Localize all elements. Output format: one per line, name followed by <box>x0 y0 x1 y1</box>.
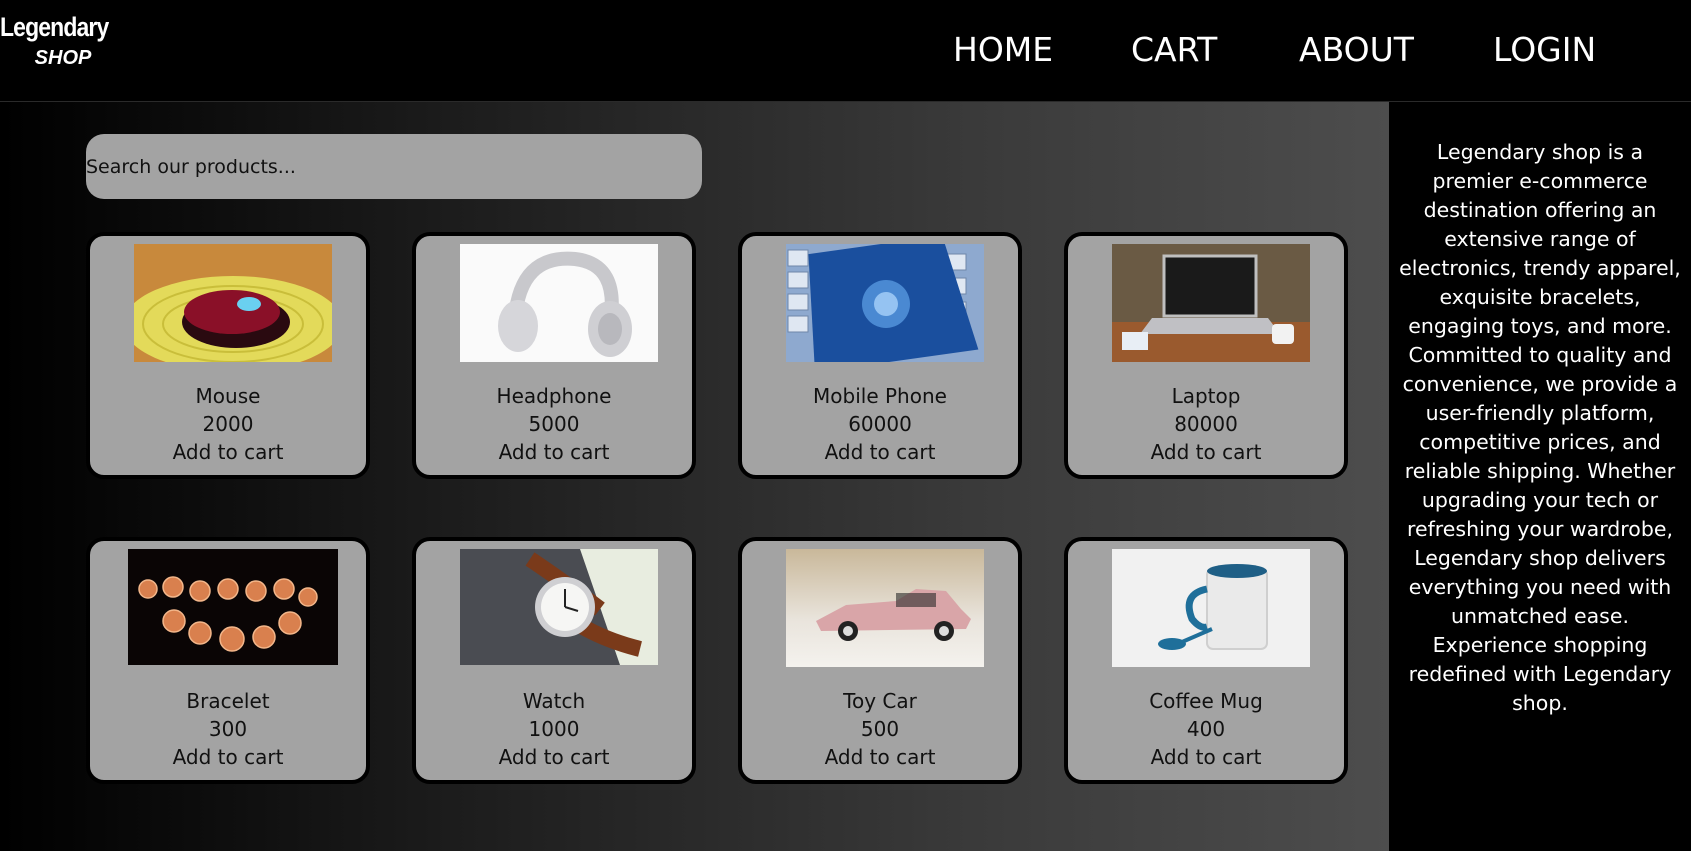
laptop-photo <box>1112 244 1310 362</box>
add-to-cart-button[interactable]: Add to cart <box>416 745 692 769</box>
product-price: 2000 <box>202 412 254 436</box>
product-card-laptop: Laptop 80000 Add to cart <box>1064 232 1348 479</box>
toy-car-photo <box>786 549 984 667</box>
coffee-mug-photo <box>1112 549 1310 667</box>
headphones-photo <box>460 244 658 362</box>
nav-about-link[interactable]: ABOUT <box>1299 30 1414 69</box>
product-card-bracelet: Bracelet 300 Add to cart <box>86 537 370 784</box>
product-price: 5000 <box>528 412 580 436</box>
product-card-coffee-mug: Coffee Mug 400 Add to cart <box>1064 537 1348 784</box>
product-name: Bracelet <box>186 689 270 713</box>
product-name: Watch <box>522 689 586 713</box>
page: Legendary SHOP HOME CART ABOUT LOGIN Sea… <box>0 0 1691 851</box>
product-price: 60000 <box>848 412 912 436</box>
nav-home-link[interactable]: HOME <box>953 30 1053 69</box>
about-text: Legendary shop is a premier e-commerce d… <box>1399 140 1681 715</box>
product-card-mobile-phone: Mobile Phone 60000 Add to cart <box>738 232 1022 479</box>
add-to-cart-button[interactable]: Add to cart <box>90 440 366 464</box>
smartphone-photo <box>786 244 984 362</box>
product-card-toy-car: Toy Car 500 Add to cart <box>738 537 1022 784</box>
header: Legendary SHOP HOME CART ABOUT LOGIN <box>0 0 1691 102</box>
product-price: 1000 <box>528 717 580 741</box>
product-price: 500 <box>860 717 900 741</box>
about-sidebar: Legendary shop is a premier e-commerce d… <box>1389 102 1691 851</box>
product-name: Laptop <box>1171 384 1241 408</box>
add-to-cart-button[interactable]: Add to cart <box>1068 745 1344 769</box>
product-name: Mobile Phone <box>813 384 947 408</box>
product-name: Headphone <box>496 384 612 408</box>
product-price: 80000 <box>1174 412 1238 436</box>
product-card-mouse: Mouse 2000 Add to cart <box>86 232 370 479</box>
computer-mouse-photo <box>134 244 332 362</box>
product-price: 300 <box>208 717 248 741</box>
add-to-cart-button[interactable]: Add to cart <box>90 745 366 769</box>
add-to-cart-button[interactable]: Add to cart <box>1068 440 1344 464</box>
bead-bracelet-photo <box>128 549 338 665</box>
wristwatch-photo <box>460 549 658 665</box>
product-area: Mouse 2000 Add to cart Headphone 5000 Ad… <box>0 102 1389 851</box>
product-name: Toy Car <box>843 689 917 713</box>
main-nav: HOME CART ABOUT LOGIN <box>0 30 1691 74</box>
product-card-headphone: Headphone 5000 Add to cart <box>412 232 696 479</box>
product-name: Mouse <box>195 384 261 408</box>
add-to-cart-button[interactable]: Add to cart <box>742 440 1018 464</box>
nav-login-link[interactable]: LOGIN <box>1493 30 1596 69</box>
search-input[interactable] <box>86 134 702 199</box>
nav-cart-link[interactable]: CART <box>1131 30 1217 69</box>
product-name: Coffee Mug <box>1149 689 1263 713</box>
product-price: 400 <box>1186 717 1226 741</box>
product-card-watch: Watch 1000 Add to cart <box>412 537 696 784</box>
add-to-cart-button[interactable]: Add to cart <box>416 440 692 464</box>
add-to-cart-button[interactable]: Add to cart <box>742 745 1018 769</box>
